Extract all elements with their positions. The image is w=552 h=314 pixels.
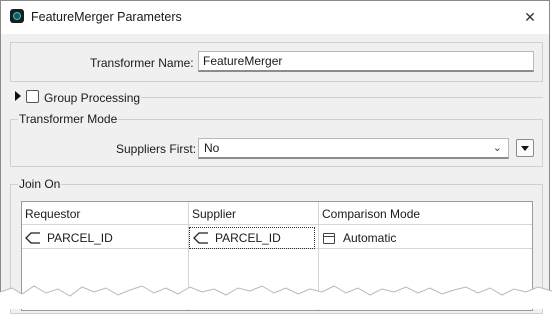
attribute-tag-icon <box>25 232 40 244</box>
attribute-tag-icon <box>193 232 208 244</box>
transformer-mode-caption: Transformer Mode <box>18 112 119 126</box>
suppliers-first-label: Suppliers First: <box>116 142 197 156</box>
column-header-supplier[interactable]: Supplier <box>192 207 236 221</box>
requestor-value: PARCEL_ID <box>47 231 113 245</box>
comparison-mode-cell[interactable]: Automatic <box>323 227 523 249</box>
join-table: Requestor Supplier Comparison Mode PARCE… <box>21 201 533 311</box>
app-icon <box>10 9 24 23</box>
column-divider <box>318 202 319 310</box>
requestor-cell[interactable]: PARCEL_ID <box>25 227 185 249</box>
suppliers-first-menu-button[interactable] <box>516 139 534 157</box>
supplier-cell[interactable]: PARCEL_ID <box>189 227 315 249</box>
transformer-name-input[interactable]: FeatureMerger <box>198 51 534 72</box>
comparison-mode-value: Automatic <box>343 231 397 245</box>
suppliers-first-value: No <box>204 141 220 155</box>
transformer-name-label: Transformer Name: <box>90 56 194 70</box>
column-header-requestor[interactable]: Requestor <box>25 207 80 221</box>
supplier-value: PARCEL_ID <box>215 231 281 245</box>
suppliers-first-select[interactable]: No ⌄ <box>198 138 509 159</box>
window-title: FeatureMerger Parameters <box>31 10 182 24</box>
window-icon <box>323 232 335 244</box>
group-processing-checkbox[interactable] <box>26 90 39 103</box>
chevron-down-icon: ⌄ <box>492 142 502 154</box>
join-on-caption: Join On <box>18 177 62 191</box>
transformer-mode-panel: Suppliers First: No ⌄ <box>10 119 543 167</box>
title-bar: FeatureMerger Parameters ✕ <box>1 1 549 34</box>
header-divider <box>22 224 532 225</box>
column-divider <box>188 202 189 310</box>
close-button[interactable]: ✕ <box>517 5 543 29</box>
group-processing-divider <box>141 97 543 98</box>
column-header-comparison-mode[interactable]: Comparison Mode <box>322 207 420 221</box>
triangle-down-icon <box>521 146 529 151</box>
expand-triangle-icon[interactable] <box>15 91 21 101</box>
close-icon: ✕ <box>524 8 536 25</box>
dialog-window: FeatureMerger Parameters ✕ Transformer N… <box>0 0 550 314</box>
group-processing-label: Group Processing <box>44 91 141 105</box>
transformer-name-panel: Transformer Name: FeatureMerger <box>10 42 543 82</box>
